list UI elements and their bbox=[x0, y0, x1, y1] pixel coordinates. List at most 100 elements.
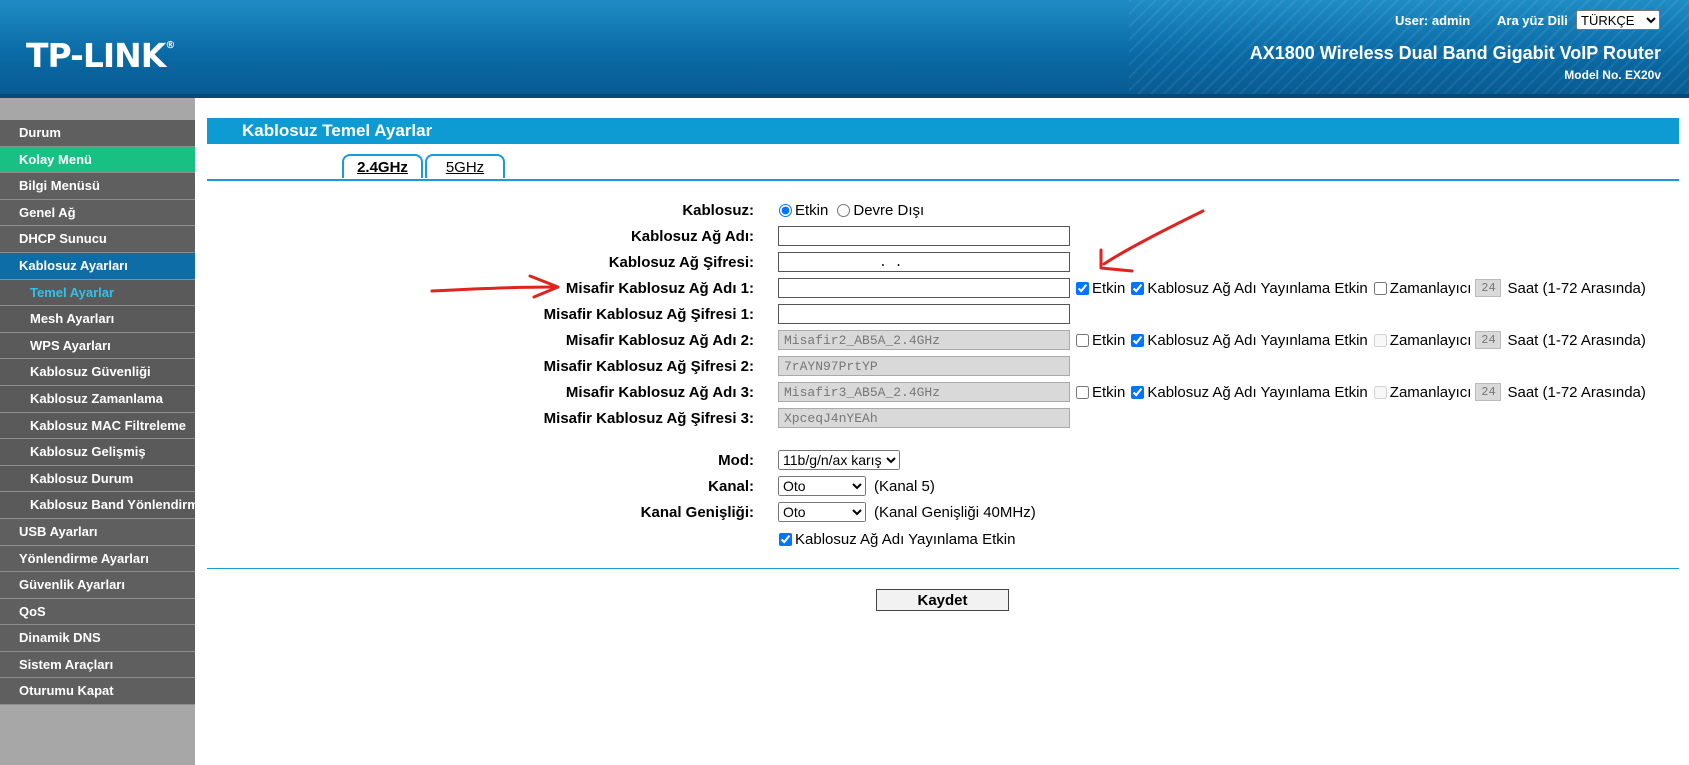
guest-ssid-2-row: Misafir Kablosuz Ağ Adı 2: Etkin Kablosu… bbox=[195, 329, 1689, 351]
ssid-label: Kablosuz Ağ Adı: bbox=[630, 228, 754, 245]
sidebar-item-yonlendirme-ayarlari[interactable]: Yönlendirme Ayarları bbox=[0, 545, 195, 573]
guest-1-timer-checkbox[interactable] bbox=[1373, 281, 1387, 295]
guest-2-timer-label: Zamanlayıcı bbox=[1389, 331, 1472, 349]
ssid-input[interactable] bbox=[778, 226, 1070, 246]
sidebar-item-mesh-ayarlari[interactable]: Mesh Ayarları bbox=[0, 306, 195, 333]
guest-1-broadcast-label: Kablosuz Ağ Adı Yayınlama Etkin bbox=[1147, 279, 1368, 297]
wireless-disabled-radio[interactable] bbox=[837, 203, 851, 217]
save-button[interactable]: Kaydet bbox=[876, 589, 1009, 611]
broadcast-row: Kablosuz Ağ Adı Yayınlama Etkin bbox=[195, 528, 1689, 550]
guest-ssid-3-input[interactable] bbox=[778, 382, 1070, 402]
password-row: Kablosuz Ağ Şifresi: bbox=[195, 251, 1689, 273]
wireless-label: Kablosuz: bbox=[682, 202, 754, 219]
guest-3-broadcast-checkbox[interactable] bbox=[1131, 385, 1145, 399]
tp-link-logo: TP-LINK® bbox=[26, 36, 175, 75]
guest-pass-2-label: Misafir Kablosuz Ağ Şifresi 2: bbox=[543, 358, 754, 375]
guest-pass-3-input[interactable] bbox=[778, 408, 1070, 428]
guest-ssid-1-row: Misafir Kablosuz Ağ Adı 1: Etkin Kablosu… bbox=[195, 277, 1689, 299]
guest-2-timer-checkbox[interactable] bbox=[1373, 333, 1387, 347]
guest-3-hours-label: Saat (1-72 Arasında) bbox=[1507, 383, 1646, 401]
guest-ssid-1-label: Misafir Kablosuz Ağ Adı 1: bbox=[565, 280, 754, 297]
guest-1-enable-checkbox[interactable] bbox=[1076, 281, 1089, 295]
guest-ssid-3-row: Misafir Kablosuz Ağ Adı 3: Etkin Kablosu… bbox=[195, 381, 1689, 403]
sidebar-item-wps-ayarlari[interactable]: WPS Ayarları bbox=[0, 332, 195, 360]
mode-label: Mod: bbox=[718, 452, 754, 469]
tab-divider bbox=[207, 179, 1679, 181]
guest-ssid-2-input[interactable] bbox=[778, 330, 1070, 350]
guest-2-enable-label: Etkin bbox=[1092, 331, 1126, 349]
guest-pass-1-row: Misafir Kablosuz Ağ Şifresi 1: bbox=[195, 303, 1689, 325]
password-input[interactable] bbox=[778, 252, 1070, 272]
channel-note: (Kanal 5) bbox=[874, 477, 935, 495]
guest-2-hours-label: Saat (1-72 Arasında) bbox=[1507, 331, 1646, 349]
sidebar-item-kablosuz-ayarlari[interactable]: Kablosuz Ayarları bbox=[0, 252, 195, 280]
guest-2-broadcast-label: Kablosuz Ağ Adı Yayınlama Etkin bbox=[1147, 331, 1368, 349]
sidebar-item-kablosuz-durum[interactable]: Kablosuz Durum bbox=[0, 465, 195, 493]
channel-row: Kanal: Oto (Kanal 5) bbox=[195, 475, 1689, 497]
sidebar-item-oturumu-kapat[interactable]: Oturumu Kapat bbox=[0, 678, 195, 706]
mode-row: Mod: 11b/g/n/ax karışık bbox=[195, 449, 1689, 471]
tab-5ghz[interactable]: 5GHz bbox=[425, 154, 505, 178]
guest-2-enable-checkbox[interactable] bbox=[1076, 333, 1089, 347]
guest-pass-3-row: Misafir Kablosuz Ağ Şifresi 3: bbox=[195, 407, 1689, 429]
sidebar-item-durum[interactable]: Durum bbox=[0, 120, 195, 147]
ssid-broadcast-checkbox[interactable] bbox=[779, 532, 792, 546]
language-select[interactable]: TÜRKÇE bbox=[1576, 10, 1660, 30]
channel-width-note: (Kanal Genişliği 40MHz) bbox=[874, 503, 1036, 521]
language-label: Ara yüz Dili bbox=[1497, 13, 1568, 28]
model-number: Model No. EX20v bbox=[1564, 68, 1661, 82]
header: TP-LINK® User: admin Ara yüz Dili TÜRKÇE… bbox=[0, 0, 1689, 98]
guest-1-hours-input[interactable] bbox=[1475, 279, 1502, 297]
guest-ssid-2-label: Misafir Kablosuz Ağ Adı 2: bbox=[565, 332, 754, 349]
sidebar: Durum Kolay Menü Bilgi Menüsü Genel Ağ D… bbox=[0, 98, 195, 765]
ssid-row: Kablosuz Ağ Adı: bbox=[195, 225, 1689, 247]
sidebar-item-dhcp-sunucu[interactable]: DHCP Sunucu bbox=[0, 226, 195, 253]
wireless-enabled-radio[interactable] bbox=[779, 203, 792, 217]
sidebar-item-guvenlik-ayarlari[interactable]: Güvenlik Ayarları bbox=[0, 572, 195, 599]
sidebar-item-kablosuz-guvenligi[interactable]: Kablosuz Güvenliği bbox=[0, 359, 195, 386]
sidebar-top-gap bbox=[0, 98, 195, 120]
guest-1-timer-label: Zamanlayıcı bbox=[1389, 279, 1472, 297]
guest-3-hours-input[interactable] bbox=[1475, 383, 1502, 401]
channel-select[interactable]: Oto bbox=[778, 476, 866, 496]
guest-pass-2-input[interactable] bbox=[778, 356, 1070, 376]
tab-2-4ghz[interactable]: 2.4GHz bbox=[342, 154, 423, 178]
guest-2-broadcast-checkbox[interactable] bbox=[1131, 333, 1145, 347]
guest-2-hours-input[interactable] bbox=[1475, 331, 1502, 349]
guest-ssid-3-label: Misafir Kablosuz Ağ Adı 3: bbox=[565, 384, 754, 401]
sidebar-item-dinamik-dns[interactable]: Dinamik DNS bbox=[0, 625, 195, 652]
wireless-disabled-label: Devre Dışı bbox=[853, 201, 925, 219]
guest-3-enable-label: Etkin bbox=[1092, 383, 1126, 401]
guest-pass-1-input[interactable] bbox=[778, 304, 1070, 324]
sidebar-item-qos[interactable]: QoS bbox=[0, 598, 195, 626]
guest-1-broadcast-checkbox[interactable] bbox=[1131, 281, 1145, 295]
sidebar-item-genel-ag[interactable]: Genel Ağ bbox=[0, 199, 195, 227]
wireless-controls: Etkin Devre Dışı bbox=[778, 199, 924, 221]
password-label: Kablosuz Ağ Şifresi: bbox=[608, 254, 754, 271]
sidebar-item-kablosuz-gelismis[interactable]: Kablosuz Gelişmiş bbox=[0, 439, 195, 466]
sidebar-item-temel-ayarlar[interactable]: Temel Ayarlar bbox=[0, 279, 195, 307]
guest-1-hours-label: Saat (1-72 Arasında) bbox=[1507, 279, 1646, 297]
mode-select[interactable]: 11b/g/n/ax karışık bbox=[778, 450, 900, 470]
sidebar-item-usb-ayarlari[interactable]: USB Ayarları bbox=[0, 518, 195, 546]
channel-width-row: Kanal Genişliği: Oto (Kanal Genişliği 40… bbox=[195, 501, 1689, 523]
channel-width-label: Kanal Genişliği: bbox=[640, 504, 754, 521]
sidebar-item-bilgi-menusu[interactable]: Bilgi Menüsü bbox=[0, 173, 195, 200]
sidebar-item-kablosuz-band-yonlendirme[interactable]: Kablosuz Band Yönlendirme bbox=[0, 492, 195, 519]
router-name: AX1800 Wireless Dual Band Gigabit VoIP R… bbox=[1249, 43, 1661, 63]
guest-3-timer-checkbox[interactable] bbox=[1373, 385, 1387, 399]
guest-ssid-1-input[interactable] bbox=[778, 278, 1070, 298]
guest-pass-2-row: Misafir Kablosuz Ağ Şifresi 2: bbox=[195, 355, 1689, 377]
sidebar-item-kablosuz-zamanlama[interactable]: Kablosuz Zamanlama bbox=[0, 385, 195, 413]
user-label: User: admin bbox=[1395, 13, 1471, 28]
sidebar-item-kablosuz-mac-filtreleme[interactable]: Kablosuz MAC Filtreleme bbox=[0, 412, 195, 440]
sidebar-item-kolay-menu[interactable]: Kolay Menü bbox=[0, 146, 195, 174]
guest-3-enable-checkbox[interactable] bbox=[1076, 385, 1089, 399]
guest-1-enable-label: Etkin bbox=[1092, 279, 1126, 297]
channel-width-select[interactable]: Oto bbox=[778, 502, 866, 522]
sidebar-item-sistem-araclari[interactable]: Sistem Araçları bbox=[0, 651, 195, 679]
guest-3-broadcast-label: Kablosuz Ağ Adı Yayınlama Etkin bbox=[1147, 383, 1368, 401]
page-title: Kablosuz Temel Ayarlar bbox=[207, 118, 1679, 144]
ssid-broadcast-label: Kablosuz Ağ Adı Yayınlama Etkin bbox=[795, 530, 1016, 548]
wireless-enabled-label: Etkin bbox=[795, 201, 829, 219]
